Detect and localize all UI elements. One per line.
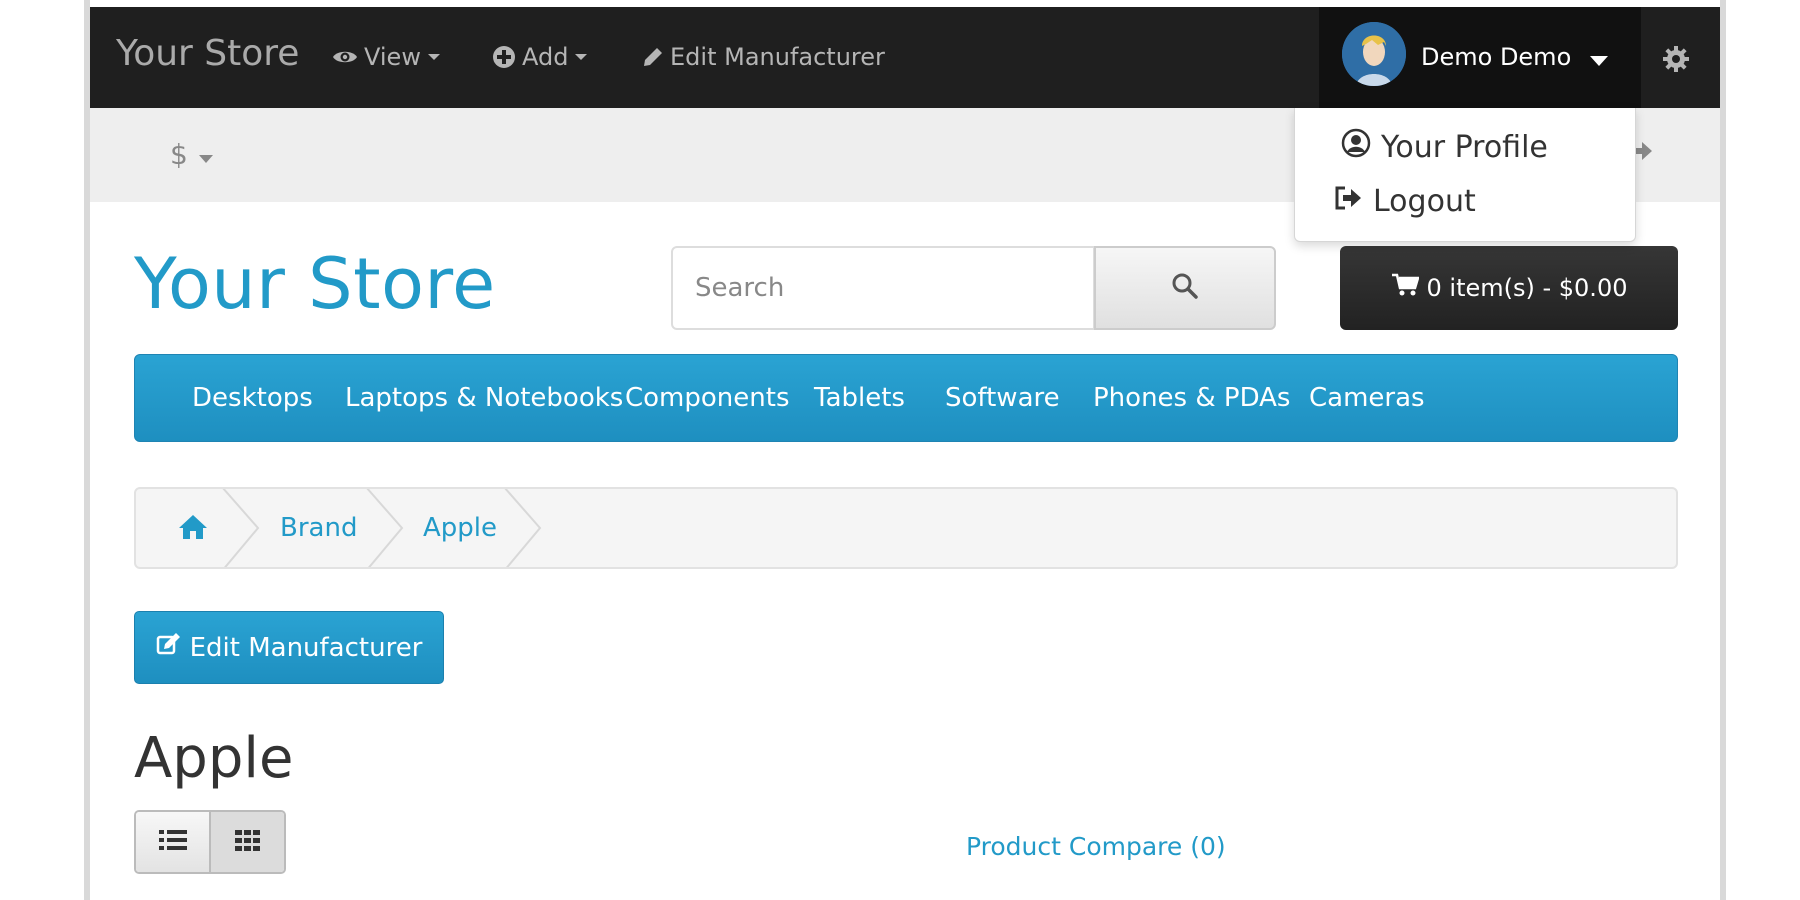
currency-symbol: $	[170, 138, 188, 171]
user-menu-toggle[interactable]: Demo Demo	[1319, 7, 1641, 108]
breadcrumb-separator	[502, 489, 542, 567]
menu-item-components[interactable]: Components	[625, 383, 790, 413]
user-dropdown-menu: Your Profile Logout	[1294, 108, 1636, 242]
caret-down-icon	[427, 52, 441, 62]
dropdown-item-profile-label: Your Profile	[1381, 129, 1548, 165]
breadcrumb: Brand Apple	[134, 487, 1678, 569]
search-icon	[1171, 272, 1199, 304]
view-menu-label: View	[364, 43, 421, 71]
menu-item-laptops-notebooks[interactable]: Laptops & Notebooks	[345, 383, 623, 413]
gear-icon[interactable]	[1662, 45, 1690, 77]
user-name: Demo Demo	[1421, 43, 1572, 71]
list-icon	[158, 828, 188, 856]
sign-out-icon	[1333, 184, 1363, 219]
menu-item-desktops[interactable]: Desktops	[192, 383, 313, 413]
grid-view-button[interactable]	[209, 812, 284, 872]
menu-item-phones-pdas[interactable]: Phones & PDAs	[1093, 383, 1290, 413]
admin-brand[interactable]: Your Store	[116, 33, 299, 74]
menu-item-software[interactable]: Software	[945, 383, 1060, 413]
grid-icon	[234, 828, 262, 856]
home-icon[interactable]	[178, 513, 208, 545]
admin-toolbar: Your Store View Add Edit Manufacturer De…	[90, 7, 1720, 108]
currency-selector[interactable]: $	[170, 138, 214, 171]
dropdown-item-logout-label: Logout	[1373, 184, 1476, 219]
search-button[interactable]	[1094, 246, 1276, 330]
cart-total: 0 item(s) - $0.00	[1426, 274, 1628, 302]
cart-button[interactable]: 0 item(s) - $0.00	[1340, 246, 1678, 330]
pencil-icon	[642, 46, 664, 68]
eye-icon	[332, 48, 358, 66]
caret-down-icon	[198, 138, 214, 171]
caret-down-icon	[574, 52, 588, 62]
category-menu: Desktops Laptops & Notebooks Components …	[134, 354, 1678, 442]
view-menu-button[interactable]: View	[332, 43, 441, 71]
plus-circle-icon	[492, 45, 516, 69]
user-circle-icon	[1341, 128, 1371, 166]
menu-item-cameras[interactable]: Cameras	[1309, 383, 1425, 413]
add-menu-button[interactable]: Add	[492, 43, 588, 71]
shopping-cart-icon	[1391, 273, 1420, 303]
edit-icon	[156, 632, 182, 663]
list-view-button[interactable]	[136, 812, 209, 872]
breadcrumb-separator	[220, 489, 260, 567]
breadcrumb-brand[interactable]: Brand	[280, 513, 357, 543]
edit-manufacturer-link[interactable]: Edit Manufacturer	[642, 43, 885, 71]
store-logo[interactable]: Your Store	[134, 243, 496, 325]
page-frame: Your Store View Add Edit Manufacturer De…	[84, 0, 1726, 900]
breadcrumb-apple[interactable]: Apple	[423, 513, 497, 543]
add-menu-label: Add	[522, 43, 569, 71]
dropdown-item-profile[interactable]: Your Profile	[1341, 128, 1548, 166]
avatar	[1342, 22, 1406, 86]
edit-manufacturer-button[interactable]: Edit Manufacturer	[134, 611, 444, 684]
caret-down-icon	[1589, 53, 1609, 72]
search-input[interactable]	[671, 246, 1095, 330]
edit-manufacturer-label: Edit Manufacturer	[670, 43, 885, 71]
dropdown-item-logout[interactable]: Logout	[1333, 184, 1476, 219]
edit-manufacturer-button-label: Edit Manufacturer	[189, 632, 423, 663]
product-compare-link[interactable]: Product Compare (0)	[966, 832, 1226, 861]
menu-item-tablets[interactable]: Tablets	[814, 383, 905, 413]
page-title: Apple	[134, 726, 294, 791]
view-toggle	[134, 810, 286, 874]
breadcrumb-separator	[364, 489, 404, 567]
